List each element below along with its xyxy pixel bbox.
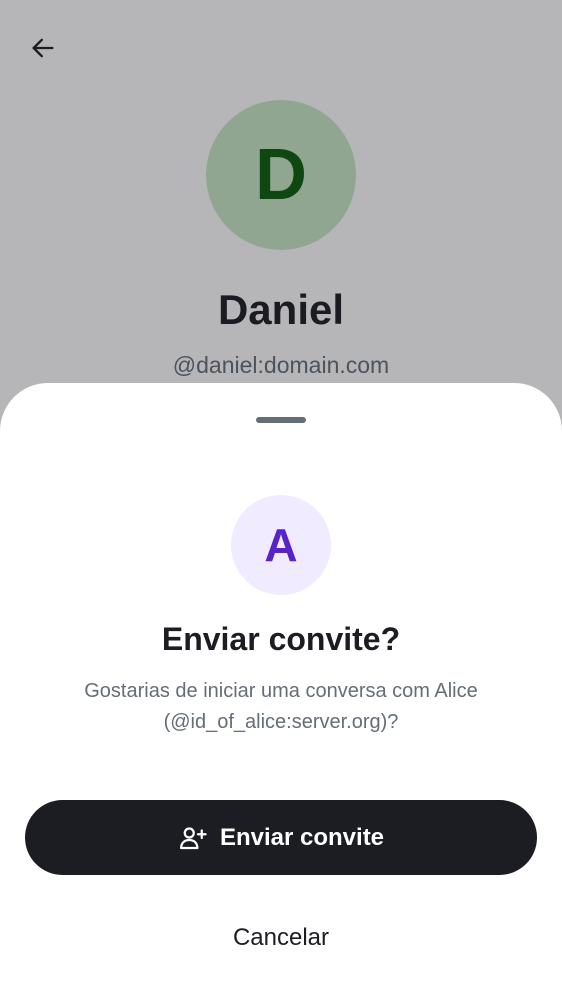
cancel-label: Cancelar <box>232 923 330 951</box>
sheet-message: Gostarias de iniciar uma conversa com Al… <box>84 680 478 733</box>
user-add-icon <box>178 823 208 853</box>
send-invite-label: Enviar convite <box>219 823 385 851</box>
cancel-button[interactable]: Cancelar <box>25 900 537 975</box>
screen: D Daniel @daniel:domain.com A Enviar con… <box>0 0 562 1000</box>
sheet-drag-handle[interactable] <box>256 417 306 423</box>
sheet-title: Enviar convite? <box>161 621 401 657</box>
invitee-avatar: A <box>231 495 331 595</box>
send-invite-button[interactable]: Enviar convite <box>25 800 537 875</box>
invite-bottom-sheet: A Enviar convite? Gostarias de iniciar u… <box>0 383 562 1000</box>
